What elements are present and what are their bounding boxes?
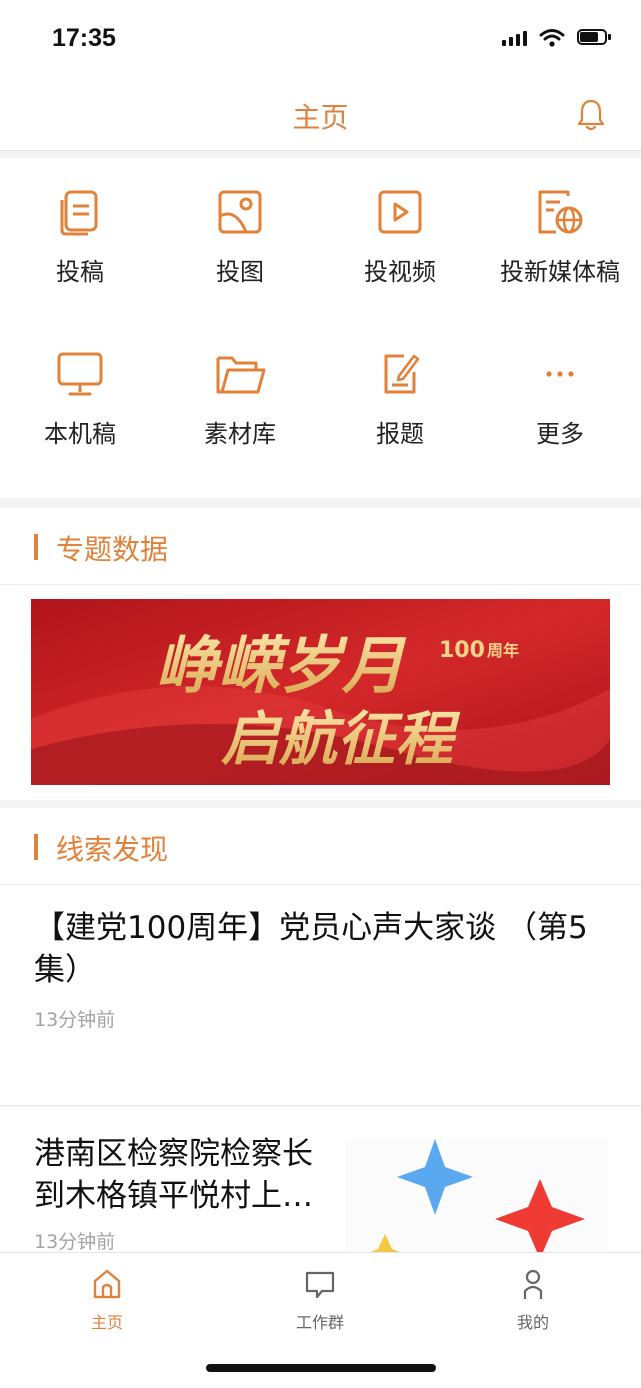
more-icon [546,371,574,377]
banner-anniversary-text: 周年 [487,641,519,660]
banner-container: 峥嵘岁月 启航征程 100 周年 [0,585,641,800]
home-indicator [206,1364,436,1372]
banner-headline-1: 峥嵘岁月 [156,629,407,702]
banner-image[interactable]: 峥嵘岁月 启航征程 100 周年 [31,599,610,785]
status-bar: 17:35 [0,0,641,80]
tab-work-group[interactable]: 工作群 [260,1267,380,1333]
grid-item-label: 投视频 [364,258,436,286]
document-icon [60,190,98,236]
tab-label: 工作群 [295,1313,344,1332]
section-accent-bar [34,834,38,860]
news-time: 13分钟前 [34,1231,116,1252]
section-header-special-data: 专题数据 [0,508,641,585]
grid-item-label: 投新媒体稿 [500,258,620,286]
banner-headline-2: 启航征程 [221,705,461,773]
section-accent-bar [34,534,38,560]
monitor-icon [57,352,103,396]
edit-document-icon [384,354,420,394]
nav-bar: 主页 [0,80,641,151]
tab-label: 我的 [516,1313,549,1332]
grid-item-submit-image[interactable]: 投图 [160,186,320,316]
home-icon [93,1269,121,1299]
grid-item-label: 投图 [216,258,264,286]
grid-item-label: 本机稿 [44,420,116,448]
grid-item-material-library[interactable]: 素材库 [160,348,320,478]
video-icon [378,190,422,234]
grid-item-local-manuscript[interactable]: 本机稿 [0,348,160,478]
news-title: 港南区检察院检察长到木格镇平悦村上… [34,1136,313,1214]
grid-item-submit-video[interactable]: 投视频 [320,186,480,316]
grid-item-submit-manuscript[interactable]: 投稿 [0,186,160,316]
section-header-clues: 线索发现 [0,808,641,885]
person-icon [523,1269,543,1299]
page-title: 主页 [292,101,349,134]
news-title: 【建党100周年】党员心声大家谈 （第5集） [34,910,588,988]
news-thumbnail [345,1139,608,1252]
grid-item-label: 报题 [376,420,424,448]
grid-item-report-topic[interactable]: 报题 [320,348,480,478]
wifi-icon [539,29,565,47]
quick-actions-grid: 投稿 投图 投视频 投新媒体稿 本机稿 素材库 报题 更多 [0,158,641,498]
banner-anniversary-number: 100 [439,638,485,663]
tab-label: 主页 [90,1313,123,1332]
signal-icon [502,30,527,46]
grid-item-more[interactable]: 更多 [480,348,640,478]
bell-icon[interactable] [575,98,607,132]
grid-item-submit-new-media[interactable]: 投新媒体稿 [480,186,640,316]
tab-mine[interactable]: 我的 [473,1267,593,1333]
image-icon [218,190,262,234]
status-time: 17:35 [52,24,116,52]
grid-item-label: 更多 [536,420,584,448]
battery-icon [577,29,613,47]
status-icons [502,28,613,48]
chat-icon [305,1271,335,1299]
grid-item-label: 投稿 [56,258,104,286]
section-title: 线索发现 [56,833,169,866]
news-item[interactable]: 【建党100周年】党员心声大家谈 （第5集） 13分钟前 [0,885,641,1106]
section-title: 专题数据 [56,533,169,566]
grid-item-label: 素材库 [204,420,276,448]
tab-home[interactable]: 主页 [47,1267,167,1333]
news-time: 13分钟前 [34,1009,116,1031]
folder-icon [216,356,266,394]
news-item[interactable]: 港南区检察院检察长到木格镇平悦村上… 13分钟前 [0,1107,641,1252]
globe-document-icon [538,190,583,234]
